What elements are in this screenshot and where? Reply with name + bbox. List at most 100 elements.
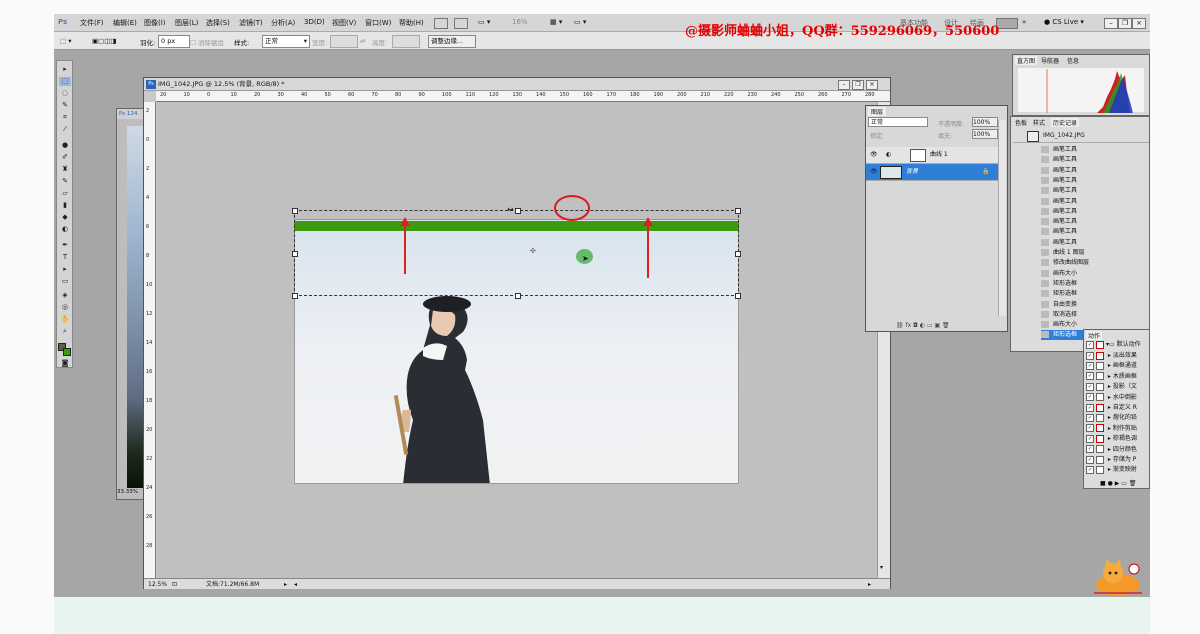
checkbox-icon[interactable]: ✓ bbox=[1086, 445, 1094, 454]
eraser-icon[interactable]: ▱ bbox=[59, 189, 71, 198]
opacity-input[interactable]: 100% bbox=[972, 117, 998, 127]
expand-arrow-icon[interactable]: ▸ bbox=[1106, 373, 1113, 380]
feather-input[interactable]: 0 px bbox=[158, 35, 190, 48]
history-brush-icon[interactable]: ✎ bbox=[59, 177, 71, 186]
dialog-toggle-icon[interactable] bbox=[1096, 351, 1104, 360]
transform-handle[interactable] bbox=[515, 208, 521, 214]
history-item[interactable]: 矩形选框 bbox=[1041, 279, 1149, 289]
antialias-checkbox[interactable]: ☐ 消除锯齿 bbox=[190, 37, 224, 47]
second-document-zoom[interactable]: 33.33% bbox=[117, 489, 138, 495]
action-item[interactable]: ✓ ▸ 淡出效果 bbox=[1086, 351, 1150, 361]
checkbox-icon[interactable]: ✓ bbox=[1086, 382, 1094, 391]
history-item[interactable]: 画笔工具 bbox=[1041, 145, 1149, 155]
dialog-toggle-icon[interactable] bbox=[1096, 393, 1104, 402]
cs-live-button[interactable]: ● CS Live ▾ bbox=[1044, 18, 1084, 26]
tab-styles[interactable]: 样式 bbox=[1033, 118, 1045, 127]
eye-icon[interactable]: 👁 bbox=[870, 147, 878, 163]
hand-icon[interactable]: ✋ bbox=[59, 315, 71, 324]
horizontal-scroll-right-icon[interactable]: ▸ bbox=[868, 579, 871, 590]
expand-arrow-icon[interactable]: ▸ bbox=[1106, 425, 1113, 432]
zoom-tool-icon[interactable]: ⌕ bbox=[59, 327, 71, 336]
pen-icon[interactable]: ✒ bbox=[59, 241, 71, 250]
marquee-preset-icon[interactable]: ⬚ ▾ bbox=[60, 37, 71, 45]
dialog-toggle-icon[interactable] bbox=[1096, 465, 1104, 474]
action-item[interactable]: ✓ ▸ 熔化的铅 bbox=[1086, 413, 1150, 423]
document-zoom[interactable]: 12.5% bbox=[148, 579, 167, 590]
transform-handle[interactable] bbox=[515, 293, 521, 299]
status-menu-icon[interactable]: ▸ bbox=[284, 579, 287, 590]
action-item[interactable]: ✓ ▸ 存储为 P bbox=[1086, 455, 1150, 465]
height-input[interactable] bbox=[392, 35, 420, 48]
style-select[interactable]: 正常 ▾ bbox=[262, 35, 310, 48]
expand-arrow-icon[interactable]: ▸ bbox=[1106, 362, 1113, 369]
layers-scrollbar[interactable] bbox=[998, 120, 1006, 316]
shape-icon[interactable]: ▭ bbox=[59, 277, 71, 286]
blur-icon[interactable]: ◆ bbox=[59, 213, 71, 222]
history-item[interactable]: 画笔工具 bbox=[1041, 227, 1149, 237]
checkbox-icon[interactable]: ✓ bbox=[1086, 351, 1094, 360]
width-input[interactable] bbox=[330, 35, 358, 48]
bridge-icon[interactable] bbox=[434, 18, 448, 29]
fill-input[interactable]: 100% bbox=[972, 129, 998, 139]
history-item[interactable]: 画笔工具 bbox=[1041, 217, 1149, 227]
menu-view[interactable]: 视图(V) bbox=[332, 18, 356, 28]
close-icon[interactable]: × bbox=[1132, 18, 1146, 29]
expand-arrow-icon[interactable]: ▸ bbox=[1106, 394, 1113, 401]
dialog-toggle-icon[interactable] bbox=[1096, 434, 1104, 443]
dialog-toggle-icon[interactable] bbox=[1096, 445, 1104, 454]
checkbox-icon[interactable]: ✓ bbox=[1086, 340, 1094, 349]
action-item[interactable]: ✓ ▸ 棕褐色调 bbox=[1086, 434, 1150, 444]
dialog-toggle-icon[interactable] bbox=[1096, 372, 1104, 381]
blend-mode-select[interactable]: 正常 bbox=[868, 117, 928, 127]
history-item[interactable]: 画笔工具 bbox=[1041, 155, 1149, 165]
checkbox-icon[interactable]: ✓ bbox=[1086, 403, 1094, 412]
file-info[interactable]: 文档:71.2M/66.8M bbox=[206, 579, 259, 590]
tab-info[interactable]: 信息 bbox=[1067, 56, 1079, 65]
clone-stamp-icon[interactable]: ♜ bbox=[59, 165, 71, 174]
history-item[interactable]: 取消选择 bbox=[1041, 310, 1149, 320]
screen-mode-icon[interactable]: ▭ ▾ bbox=[574, 18, 586, 26]
transform-handle[interactable] bbox=[735, 208, 741, 214]
expand-arrow-icon[interactable]: ▸ bbox=[1106, 414, 1113, 421]
ruler-horizontal[interactable]: 20 10 0 10 20 30 40 50 60 70 80 90 100 110 120 130 140 15… bbox=[156, 91, 890, 102]
menu-select[interactable]: 选择(S) bbox=[206, 18, 230, 28]
move-tool-icon[interactable]: ▸ bbox=[59, 65, 71, 74]
history-snapshot[interactable]: IMG_1042.JPG bbox=[1013, 129, 1149, 143]
dialog-toggle-icon[interactable] bbox=[1096, 382, 1104, 391]
history-item[interactable]: 画笔工具 bbox=[1041, 207, 1149, 217]
menu-file[interactable]: 文件(F) bbox=[80, 18, 104, 28]
expand-arrow-icon[interactable]: ▸ bbox=[1106, 446, 1113, 453]
action-item[interactable]: ✓ ▸ 四分颜色 bbox=[1086, 445, 1150, 455]
more-workspaces-icon[interactable]: » bbox=[1022, 18, 1026, 26]
tab-layers[interactable]: 图层 bbox=[868, 107, 887, 116]
expand-arrow-icon[interactable]: ▸ bbox=[1106, 456, 1113, 463]
quick-mask-icon[interactable]: ◙ bbox=[59, 359, 71, 368]
type-icon[interactable]: T bbox=[59, 253, 71, 262]
scroll-down-icon[interactable]: ▾ bbox=[880, 564, 883, 571]
3d-rotate-icon[interactable]: ◈ bbox=[59, 291, 71, 300]
tab-history[interactable]: 历史记录 bbox=[1051, 118, 1080, 127]
action-item[interactable]: ✓ ▸ 水中倒影 bbox=[1086, 393, 1150, 403]
checkbox-icon[interactable]: ✓ bbox=[1086, 424, 1094, 433]
horizontal-scroll-left-icon[interactable]: ◂ bbox=[294, 579, 297, 590]
checkbox-icon[interactable]: ✓ bbox=[1086, 372, 1094, 381]
doc-minimize-icon[interactable]: – bbox=[838, 80, 850, 90]
transform-handle[interactable] bbox=[292, 208, 298, 214]
menu-analysis[interactable]: 分析(A) bbox=[271, 18, 295, 28]
transform-handle[interactable] bbox=[292, 251, 298, 257]
checkbox-icon[interactable]: ✓ bbox=[1086, 465, 1094, 474]
quick-selection-icon[interactable]: ✎ bbox=[59, 101, 71, 110]
expand-arrow-icon[interactable]: ▸ bbox=[1106, 352, 1113, 359]
arrange-icon[interactable]: ▦ ▾ bbox=[550, 18, 562, 26]
eye-icon[interactable]: 👁 bbox=[870, 164, 878, 180]
rectangular-marquee-icon[interactable]: ⬚ bbox=[59, 77, 71, 86]
action-item[interactable]: ✓ ▸ 制作剪贴 bbox=[1086, 424, 1150, 434]
tab-actions[interactable]: 动作 bbox=[1086, 331, 1103, 340]
action-item[interactable]: ✓ ▸ 木质画框 bbox=[1086, 372, 1150, 382]
history-item[interactable]: 画布大小 bbox=[1041, 269, 1149, 279]
tab-histogram[interactable]: 直方图 bbox=[1015, 56, 1038, 65]
menu-window[interactable]: 窗口(W) bbox=[365, 18, 391, 28]
history-item[interactable]: 曲线 1 图层 bbox=[1041, 248, 1149, 258]
ruler-vertical[interactable]: 2 0 2 4 6 8 10 12 14 16 18 20 22 24 26 28 bbox=[144, 102, 156, 578]
selection-mode-icons[interactable]: ▣▢◫◨ bbox=[92, 37, 117, 45]
